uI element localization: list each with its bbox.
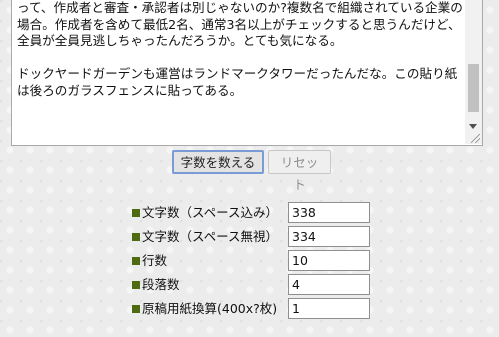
scroll-down-arrow-icon[interactable] xyxy=(469,124,477,129)
stat-value-field[interactable] xyxy=(288,274,370,295)
square-bullet-icon xyxy=(132,257,140,265)
count-characters-button[interactable]: 字数を数える xyxy=(172,150,264,174)
stat-value-field[interactable] xyxy=(288,250,370,271)
vertical-scrollbar[interactable] xyxy=(465,0,482,144)
scrollbar-thumb[interactable] xyxy=(468,64,479,112)
reset-button[interactable]: リセット xyxy=(268,150,331,192)
text-input-content[interactable]: って、作成者と審査・承認者は別じゃないのか?複数名で組織されている企業の場合。作… xyxy=(17,0,463,144)
text-input-area[interactable]: って、作成者と審査・承認者は別じゃないのか?複数名で組織されている企業の場合。作… xyxy=(11,0,483,146)
stat-label: 段落数 xyxy=(142,277,180,292)
stat-label: 原稿用紙換算(400x?枚) xyxy=(142,301,278,316)
square-bullet-icon xyxy=(132,305,140,313)
square-bullet-icon xyxy=(132,281,140,289)
square-bullet-icon xyxy=(132,233,140,241)
square-bullet-icon xyxy=(132,209,140,217)
stat-label: 文字数（スペース無視） xyxy=(142,229,279,244)
resize-grip-icon[interactable] xyxy=(471,134,480,143)
stat-value-field[interactable] xyxy=(288,202,370,223)
stat-value-field[interactable] xyxy=(288,298,370,319)
stat-value-field[interactable] xyxy=(288,226,370,247)
stat-label: 文字数（スペース込み） xyxy=(142,205,279,220)
stat-label: 行数 xyxy=(142,253,168,268)
